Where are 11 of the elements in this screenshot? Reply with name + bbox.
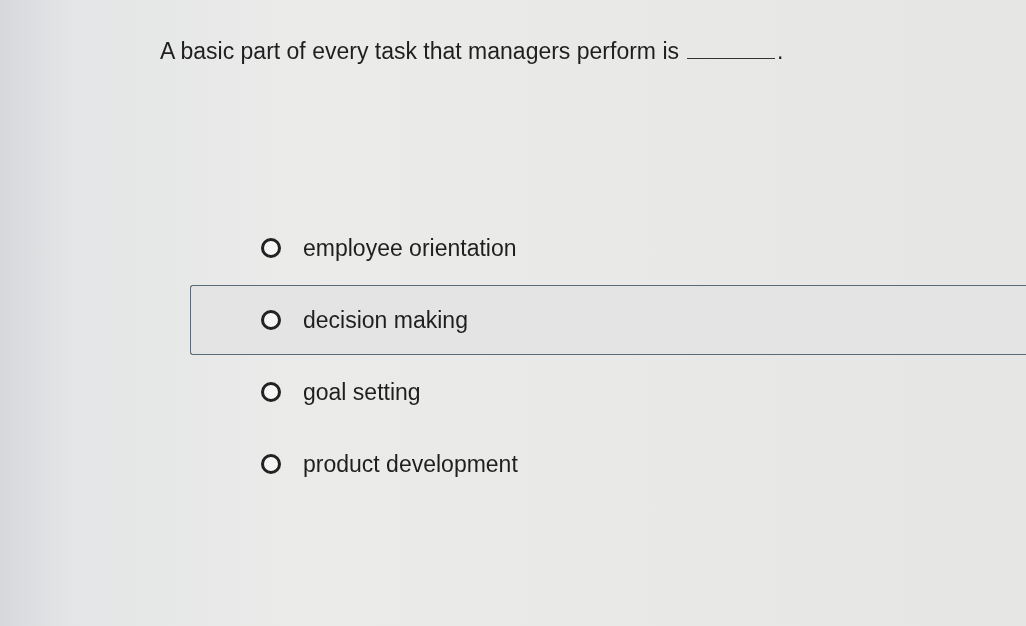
radio-button[interactable] [261,310,281,330]
option-highlight[interactable]: decision making [190,285,1026,355]
question-text: A basic part of every task that managers perform is [160,38,679,65]
option-label[interactable]: decision making [303,306,468,334]
question-period: . [777,38,784,65]
radio-button[interactable] [261,454,281,474]
option-label[interactable]: employee orientation [303,234,517,262]
option-label[interactable]: goal setting [303,378,421,406]
radio-button[interactable] [261,238,281,258]
radio-button[interactable] [261,382,281,402]
option-label[interactable]: product development [303,450,518,478]
